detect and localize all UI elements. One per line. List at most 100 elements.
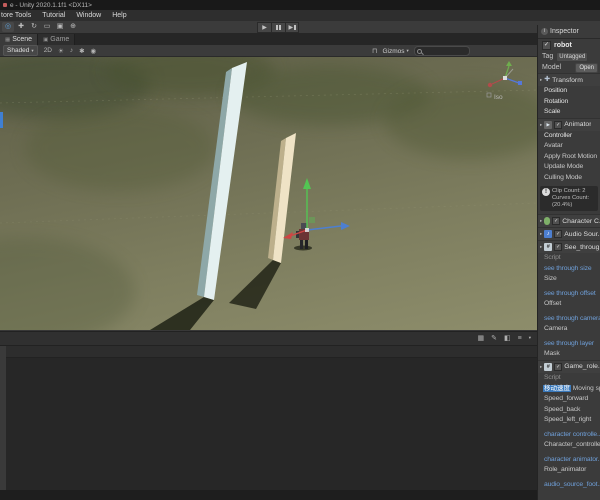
split-view-icon[interactable]: ◧ xyxy=(504,334,511,342)
speed-back-field-row[interactable]: Speed_back xyxy=(538,405,600,416)
bottom-panel xyxy=(0,346,537,490)
foldout-icon[interactable]: ▸ xyxy=(540,77,542,83)
inspector-panel: i Inspector ✓ robot Tag Untagged Model O… xyxy=(537,25,600,500)
speed-forward-field-row[interactable]: Speed_forward xyxy=(538,394,600,405)
snap-icon[interactable]: ⊓ xyxy=(372,47,377,55)
wall-cream[interactable] xyxy=(268,133,296,263)
status-bar xyxy=(0,490,537,500)
inspector-icon: i xyxy=(541,28,548,35)
menu-item-window[interactable]: Window xyxy=(76,12,101,19)
effects-toggle[interactable]: ✱ xyxy=(79,47,84,55)
menu-item-store-tools[interactable]: tore Tools xyxy=(1,12,31,19)
foldout-icon[interactable]: ▸ xyxy=(540,244,542,250)
scene-tab-icon: ▦ xyxy=(5,36,11,43)
shading-mode-label: Shaded xyxy=(7,47,30,54)
scene-viewport[interactable]: Iso xyxy=(0,57,537,330)
orientation-label[interactable]: Iso xyxy=(494,94,503,101)
character-animator-ref-label: character animator... xyxy=(544,455,600,463)
foliage-shadow-blobs xyxy=(0,57,537,330)
foldout-icon[interactable]: ▸ xyxy=(540,364,542,370)
animator-enabled-checkbox[interactable]: ✓ xyxy=(554,120,563,129)
audio-source-checkbox[interactable]: ✓ xyxy=(554,230,563,238)
lighting-toggle[interactable]: ☀ xyxy=(58,47,64,55)
scale-tool-button[interactable]: ▭ xyxy=(41,22,53,32)
open-button[interactable]: Open xyxy=(575,62,598,73)
grid-icon[interactable]: ▦ xyxy=(478,334,485,342)
script-field-row: Script xyxy=(544,254,561,261)
transform-tool-button[interactable]: ⊕ xyxy=(67,22,79,32)
tab-inspector[interactable]: i Inspector xyxy=(538,25,600,39)
gizmos-dropdown[interactable]: Gizmos ▾ xyxy=(382,48,408,55)
pause-icon xyxy=(276,25,278,30)
audio-toggle[interactable]: ♪ xyxy=(70,47,73,54)
animator-section-header[interactable]: ▸ ▶ ✓ Animator xyxy=(538,117,600,131)
bottom-panel-header xyxy=(6,346,537,358)
mask-field-row[interactable]: Mask xyxy=(538,349,600,360)
moving-speed-rest: Moving sp... xyxy=(572,385,600,392)
transform-icon: ✚ xyxy=(544,76,551,83)
character-controller-ref-label: character controlle... xyxy=(544,430,600,438)
gizmos-label: Gizmos xyxy=(382,47,405,55)
scene-search-input[interactable] xyxy=(413,46,470,56)
size-field-row[interactable]: Size xyxy=(538,274,600,285)
tag-dropdown[interactable]: Untagged xyxy=(556,51,589,62)
offset-field-row[interactable]: Offset xyxy=(538,299,600,310)
chevron-down-icon[interactable]: ▾ xyxy=(529,335,531,341)
menu-item-help[interactable]: Help xyxy=(112,12,126,19)
scene-tabstrip: ▦ Scene ▣ Game xyxy=(0,34,537,45)
cast-shadows xyxy=(150,245,312,330)
wall-cream-shadow xyxy=(229,260,281,309)
hidden-objects-toggle[interactable]: ◉ xyxy=(91,47,97,55)
active-checkbox[interactable]: ✓ xyxy=(542,40,551,50)
animator-update-mode-row[interactable]: Update Mode xyxy=(538,162,600,173)
foldout-icon[interactable]: ▸ xyxy=(540,122,542,128)
animator-icon: ▶ xyxy=(544,120,553,129)
audio-source-section-header[interactable]: ▸ ♪ ✓ Audio Sour... xyxy=(538,227,600,240)
step-button[interactable]: ▶ xyxy=(285,22,299,33)
camera-field-row[interactable]: Camera xyxy=(538,324,600,335)
transform-position-row[interactable]: Position xyxy=(538,86,600,97)
rotate-tool-button[interactable]: ↻ xyxy=(28,22,40,32)
role-animator-ref-row[interactable]: Role_animator xyxy=(538,465,600,476)
animator-culling-mode-row[interactable]: Culling Mode xyxy=(538,173,600,184)
animator-controller-row[interactable]: Controller xyxy=(538,131,600,142)
animator-apply-root-motion-row[interactable]: Apply Root Motion xyxy=(538,152,600,163)
tab-game[interactable]: ▣ Game xyxy=(38,34,76,45)
speed-left-right-field-row[interactable]: Speed_left_right xyxy=(538,415,600,426)
transform-gizmo[interactable] xyxy=(283,178,350,239)
transform-section-header[interactable]: ▸ ✚ Transform xyxy=(538,73,600,86)
shading-mode-dropdown[interactable]: Shaded ▾ xyxy=(3,45,38,56)
hand-tool-button[interactable]: ◎ xyxy=(2,22,14,32)
pause-button[interactable] xyxy=(271,22,285,33)
tab-scene[interactable]: ▦ Scene xyxy=(0,34,39,45)
edit-icon[interactable]: ✎ xyxy=(491,334,497,342)
animator-avatar-row[interactable]: Avatar xyxy=(538,141,600,152)
game-role-checkbox[interactable]: ✓ xyxy=(554,362,563,371)
bottom-panel-scrollbar[interactable] xyxy=(0,346,6,490)
script-icon: # xyxy=(544,362,553,371)
animator-info-box: ! Clip Count: 2 Curves Count: (20.4%) xyxy=(540,186,598,211)
scene-toolbar-right: ⊓ Gizmos ▾ xyxy=(372,46,470,56)
character-controller-ref-row[interactable]: Character_controlle... xyxy=(538,440,600,451)
menu-item-tutorial[interactable]: Tutorial xyxy=(42,12,65,19)
2d-toggle[interactable]: 2D xyxy=(44,47,52,54)
play-button[interactable]: ▶ xyxy=(257,22,271,33)
see-through-checkbox[interactable]: ✓ xyxy=(554,243,563,251)
move-tool-button[interactable]: ✚ xyxy=(15,22,27,32)
character-controller-checkbox[interactable]: ✓ xyxy=(552,217,561,225)
character-controller-section-header[interactable]: ▸ ✓ Character C... xyxy=(538,214,600,227)
foldout-icon[interactable]: ▸ xyxy=(540,218,542,224)
game-role-section-header[interactable]: ▸ # ✓ Game_role... xyxy=(538,359,600,373)
scene-canvas[interactable]: Iso xyxy=(0,57,537,330)
transform-rotation-row[interactable]: Rotation xyxy=(538,97,600,108)
menu-icon[interactable]: ≡ xyxy=(518,335,522,342)
tag-label: Tag xyxy=(542,53,554,60)
unity-window: e - Unity 2020.1.1f1 <DX11> tore Tools T… xyxy=(0,0,600,500)
foldout-icon[interactable]: ▸ xyxy=(540,231,542,237)
transform-scale-row[interactable]: Scale xyxy=(538,107,600,118)
see-through-section-header[interactable]: ▸ # ✓ See_throug... xyxy=(538,240,600,253)
rect-tool-button[interactable]: ▣ xyxy=(54,22,66,32)
chevron-down-icon: ▾ xyxy=(31,47,34,53)
object-name: robot xyxy=(554,41,572,49)
game-role-title: Game_role... xyxy=(564,363,600,370)
